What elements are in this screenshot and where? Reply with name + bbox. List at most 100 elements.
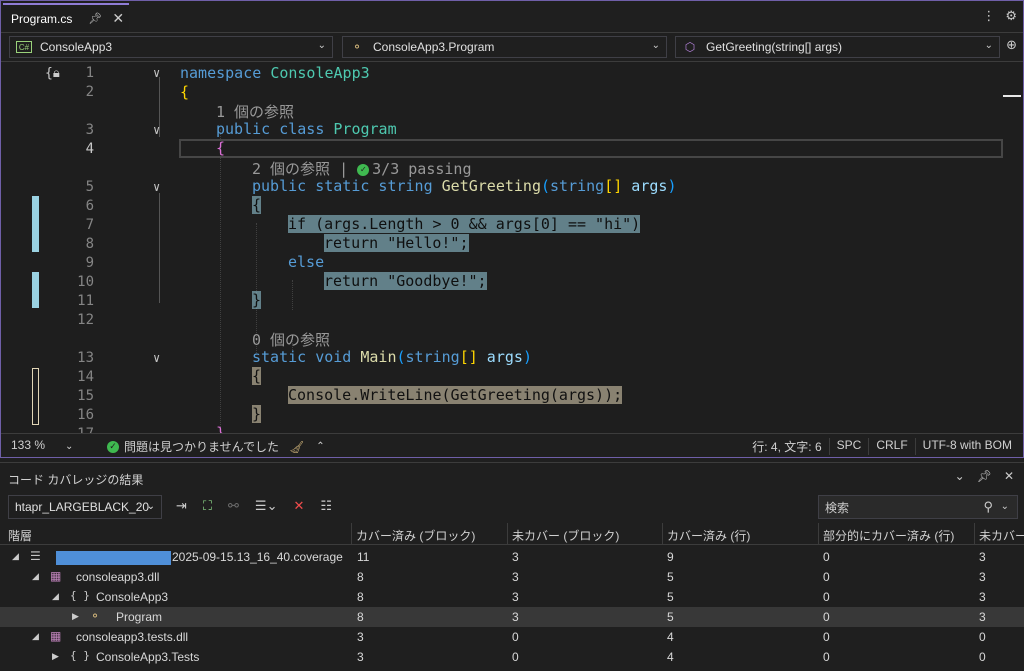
cell-covered-blocks: 8	[357, 610, 364, 624]
code-line-4: {	[216, 139, 226, 157]
chevron-down-icon: ⌄	[146, 501, 155, 512]
class-icon: ⚬	[90, 609, 101, 623]
gear-icon[interactable]: ⚙	[1005, 9, 1017, 24]
chevron-up-icon[interactable]: ⌃	[316, 441, 324, 452]
class-dropdown[interactable]: ⚬ ConsoleApp3.Program ⌄	[342, 36, 667, 58]
indent-guide	[292, 280, 293, 310]
chevron-down-icon[interactable]: ⌄	[1001, 501, 1009, 512]
export-icon[interactable]: ⇥	[176, 499, 187, 514]
fold-chevron-icon[interactable]: ∨	[153, 180, 160, 194]
line-number: 11	[77, 293, 94, 309]
cell-covered-lines: 5	[667, 610, 674, 624]
column-header-partial-lines[interactable]: 部分的にカバー済み (行)	[823, 527, 954, 544]
more-icon[interactable]: ⋮	[982, 9, 995, 24]
column-header-hierarchy[interactable]: 階層	[8, 527, 32, 544]
expanded-triangle-icon[interactable]: ◢	[32, 571, 39, 582]
search-icon[interactable]: ⚲	[983, 499, 993, 515]
cell-covered-lines: 9	[667, 550, 674, 564]
code-line-7: if (args.Length > 0 && args[0] == "hi")	[288, 215, 641, 233]
check-circle-icon: ✓	[107, 440, 119, 453]
table-row-class[interactable]: ▶ ⚬ Program 8 3 5 0 3	[0, 607, 1024, 627]
table-row-dll[interactable]: ◢ ▦ consoleapp3.dll 8 3 5 0 3	[0, 567, 1024, 587]
column-separator[interactable]	[507, 523, 508, 545]
navigation-bar: C# ConsoleApp3 ⌄ ⚬ ConsoleApp3.Program ⌄…	[1, 33, 1023, 62]
table-row-tests-namespace[interactable]: ▶ { } ConsoleApp3.Tests 3 0 4 0 0	[0, 647, 1024, 667]
cell-uncovered-lines: 0	[979, 630, 986, 644]
link-icon[interactable]: ⚯	[228, 499, 239, 514]
coverage-table: 階層 カバー済み (ブロック) 未カバー (ブロック) カバー済み (行) 部分…	[0, 523, 1024, 671]
column-separator[interactable]	[974, 523, 975, 545]
fold-chevron-icon[interactable]: ∨	[153, 123, 160, 137]
collapsed-triangle-icon[interactable]: ▶	[52, 651, 59, 662]
fold-chevron-icon[interactable]: ∨	[153, 351, 160, 365]
vertical-scrollbar[interactable]	[1003, 63, 1023, 433]
cell-uncovered-lines: 0	[979, 650, 986, 664]
chevron-down-icon[interactable]: ⌄	[955, 469, 965, 483]
cursor-position[interactable]: 行: 4, 文字: 6	[745, 438, 828, 455]
split-editor-icon[interactable]: ⊕	[1006, 38, 1017, 53]
row-name: consoleapp3.tests.dll	[76, 630, 189, 644]
indent-mode[interactable]: SPC	[828, 438, 869, 455]
cell-uncovered-lines: 3	[979, 550, 986, 564]
issues-indicator[interactable]: ✓ 問題は見つかりませんでした 🧹︎ ⌃	[107, 438, 325, 455]
column-header-covered-lines[interactable]: カバー済み (行)	[667, 527, 750, 544]
code-cleanup-icon[interactable]: 🧹︎	[289, 440, 304, 454]
close-icon[interactable]: ✕	[112, 11, 124, 27]
panel-title: コード カバレッジの結果	[8, 473, 144, 487]
pin-icon[interactable]: 📌︎	[977, 469, 992, 483]
line-number: 5	[85, 179, 94, 195]
code-editor[interactable]: {🔒︎ 1 2 3 4 5 6 7 8 9 10 11 12 13 14 15 …	[1, 63, 1023, 433]
column-header-uncovered-blocks[interactable]: 未カバー (ブロック)	[512, 527, 619, 544]
codelens-references-main[interactable]: 0 個の参照	[252, 329, 330, 350]
expanded-triangle-icon[interactable]: ◢	[12, 551, 19, 562]
table-row-coverage-file[interactable]: ◢ ☰ 2025-09-15.13_16_40.coverage 11 3 9 …	[0, 547, 1024, 567]
zoom-dropdown[interactable]: 133 % ⌄	[11, 438, 73, 452]
expanded-triangle-icon[interactable]: ◢	[32, 631, 39, 642]
tab-program-cs[interactable]: Program.cs 📌︎ ✕	[3, 3, 129, 32]
namespace-icon: { }	[70, 649, 90, 662]
class-label: ConsoleApp3.Program	[373, 40, 495, 54]
expanded-triangle-icon[interactable]: ◢	[52, 591, 59, 602]
codelens-references[interactable]: 1 個の参照	[216, 101, 294, 122]
table-row-tests-dll[interactable]: ◢ ▦ consoleapp3.tests.dll 3 0 4 0 0	[0, 627, 1024, 647]
code-line-13: static void Main(string[] args)	[252, 348, 532, 366]
cell-partial-lines: 0	[823, 570, 830, 584]
collapsed-triangle-icon[interactable]: ▶	[72, 611, 79, 622]
coverage-search-input[interactable]: 検索 ⚲ ⌄	[818, 495, 1018, 519]
cell-partial-lines: 0	[823, 650, 830, 664]
cell-covered-lines: 5	[667, 590, 674, 604]
assembly-icon: ▦	[50, 629, 62, 643]
cell-covered-blocks: 8	[357, 590, 364, 604]
line-ending[interactable]: CRLF	[868, 438, 914, 455]
code-line-14: {	[252, 367, 262, 385]
cell-uncovered-blocks: 3	[512, 550, 519, 564]
line-number: 17	[61, 426, 94, 433]
merge-results-icon[interactable]: ⛶	[203, 499, 212, 514]
chevron-down-icon: ⌄	[65, 441, 74, 452]
remove-icon[interactable]: ✕	[293, 499, 304, 514]
cell-uncovered-lines: 3	[979, 590, 986, 604]
column-separator[interactable]	[351, 523, 352, 545]
column-separator[interactable]	[818, 523, 819, 545]
column-header-covered-blocks[interactable]: カバー済み (ブロック)	[356, 527, 475, 544]
chevron-down-icon: ⌄	[651, 40, 660, 51]
column-separator[interactable]	[662, 523, 663, 545]
member-dropdown[interactable]: ⬡ GetGreeting(string[] args) ⌄	[675, 36, 1000, 58]
file-encoding[interactable]: UTF-8 with BOM	[914, 438, 1019, 455]
settings-list-icon[interactable]: ☷	[320, 499, 332, 514]
close-icon[interactable]: ✕	[1004, 469, 1014, 483]
coverage-marker-covered	[32, 196, 39, 252]
code-line-15: Console.WriteLine(GetGreeting(args));	[288, 386, 623, 404]
pin-icon[interactable]: 📌︎	[88, 12, 102, 25]
code-line-9: else	[288, 253, 325, 271]
codelens-references-tests[interactable]: 2 個の参照 | ✓ 3/3 passing	[252, 158, 472, 179]
column-header-uncovered-lines[interactable]: 未カバー	[979, 527, 1024, 544]
coloring-icon[interactable]: ☰⌄	[255, 499, 278, 514]
line-number: 3	[85, 122, 94, 138]
line-number: 9	[85, 255, 94, 271]
project-dropdown[interactable]: C# ConsoleApp3 ⌄	[9, 36, 333, 58]
coverage-run-dropdown[interactable]: htapr_LARGEBLACK_20 ⌄	[8, 495, 162, 519]
table-row-namespace[interactable]: ◢ { } ConsoleApp3 8 3 5 0 3	[0, 587, 1024, 607]
line-number: 7	[85, 217, 94, 233]
fold-chevron-icon[interactable]: ∨	[153, 66, 160, 80]
